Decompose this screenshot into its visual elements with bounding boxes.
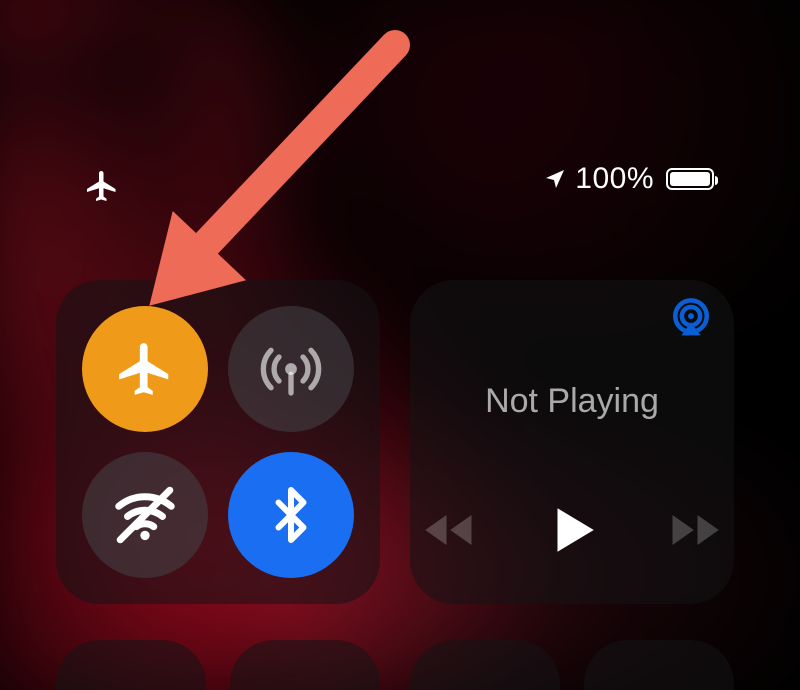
previous-track-button[interactable] (419, 500, 479, 560)
location-indicator-icon (543, 167, 567, 191)
control-tile-partial[interactable] (584, 640, 734, 690)
connectivity-module[interactable] (56, 280, 380, 604)
cellular-toggle[interactable] (228, 306, 354, 432)
airplay-icon[interactable] (670, 296, 712, 338)
media-module[interactable]: Not Playing (410, 280, 734, 604)
control-tile-partial[interactable] (230, 640, 380, 690)
airplane-toggle[interactable] (82, 306, 208, 432)
play-button[interactable] (543, 501, 601, 559)
airplane-status-icon (84, 168, 120, 204)
status-bar-right: 100% (543, 162, 714, 196)
next-track-button[interactable] (665, 500, 725, 560)
control-tile-partial[interactable] (56, 640, 206, 690)
now-playing-title: Not Playing (410, 382, 734, 421)
wifi-toggle[interactable] (82, 452, 208, 578)
bluetooth-toggle[interactable] (228, 452, 354, 578)
battery-icon (666, 168, 714, 190)
battery-percent-text: 100% (575, 162, 654, 196)
control-tile-partial[interactable] (410, 640, 560, 690)
